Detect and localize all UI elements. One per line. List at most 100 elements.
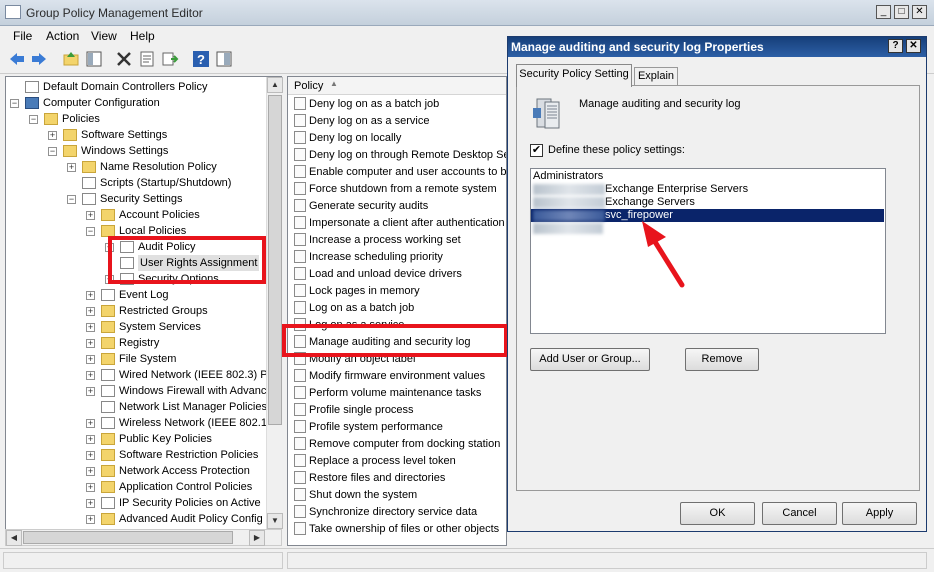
expand-toggle-icon[interactable]: + [86, 451, 95, 460]
expand-toggle-icon[interactable]: − [10, 99, 19, 108]
expand-toggle-icon[interactable]: + [67, 163, 76, 172]
policy-list-item[interactable]: Shut down the system [294, 487, 417, 504]
policy-column-header[interactable]: Policy ▲ [288, 77, 506, 95]
tree-node[interactable]: Account Policies [119, 207, 200, 223]
policy-list-item[interactable]: Synchronize directory service data [294, 504, 477, 521]
menu-view[interactable]: View [91, 29, 117, 43]
expand-toggle-icon[interactable]: + [86, 499, 95, 508]
tree-node[interactable]: Restricted Groups [119, 303, 208, 319]
scroll-left-button[interactable]: ◀ [6, 530, 22, 546]
expand-toggle-icon[interactable]: + [86, 211, 95, 220]
tree-node[interactable]: Windows Firewall with Advanc [119, 383, 266, 399]
tree-node[interactable]: System Services [119, 319, 201, 335]
expand-toggle-icon[interactable]: + [86, 467, 95, 476]
apply-button[interactable]: Apply [842, 502, 917, 525]
policy-list-item[interactable]: Deny log on as a batch job [294, 96, 439, 113]
properties-icon[interactable] [138, 50, 156, 68]
policy-list-item[interactable]: Increase scheduling priority [294, 249, 443, 266]
policy-list-item[interactable]: Deny log on through Remote Desktop Se [294, 147, 506, 164]
tree-node[interactable]: Windows Settings [81, 143, 168, 159]
policy-list-item[interactable]: Generate security audits [294, 198, 428, 215]
scroll-down-button[interactable]: ▼ [267, 513, 283, 529]
tree-node[interactable]: Default Domain Controllers Policy [43, 79, 207, 95]
principal-entry[interactable]: svc_firepower [531, 209, 884, 222]
maximize-button[interactable]: □ [894, 5, 909, 19]
tree-node[interactable]: Software Restriction Policies [119, 447, 258, 463]
filter-view-icon[interactable] [215, 50, 233, 68]
expand-toggle-icon[interactable]: + [86, 483, 95, 492]
policy-list-item[interactable]: Deny log on locally [294, 130, 401, 147]
show-hide-tree-icon[interactable] [85, 50, 103, 68]
tree-node[interactable]: Scripts (Startup/Shutdown) [100, 175, 231, 191]
users-groups-list[interactable]: Administrators Exchange Enterprise Server… [530, 168, 886, 334]
policy-list-item[interactable]: Deny log on as a service [294, 113, 429, 130]
tree-node[interactable]: Security Settings [100, 191, 183, 207]
delete-icon[interactable] [115, 50, 133, 68]
define-settings-checkbox[interactable]: ✔ [530, 144, 543, 157]
tree-node[interactable]: Policies [62, 111, 100, 127]
dialog-help-button[interactable]: ? [888, 39, 903, 53]
tree-node[interactable]: Public Key Policies [119, 431, 212, 447]
back-arrow-icon[interactable] [8, 50, 26, 68]
tree-node[interactable]: Computer Configuration [43, 95, 160, 111]
console-tree[interactable]: Default Domain Controllers Policy − Comput… [5, 76, 282, 546]
ok-button[interactable]: OK [680, 502, 755, 525]
tree-node[interactable]: Network List Manager Policies [119, 399, 267, 415]
principal-entry[interactable]: Administrators [533, 170, 603, 183]
tree-node[interactable]: Software Settings [81, 127, 167, 143]
scroll-right-button[interactable]: ▶ [249, 530, 265, 546]
h-scroll-thumb[interactable] [23, 531, 233, 544]
expand-toggle-icon[interactable]: − [29, 115, 38, 124]
expand-toggle-icon[interactable]: + [86, 339, 95, 348]
policy-list-item[interactable]: Enable computer and user accounts to be [294, 164, 506, 181]
forward-arrow-icon[interactable] [30, 50, 48, 68]
dialog-close-button[interactable]: ✕ [906, 39, 921, 53]
expand-toggle-icon[interactable]: + [86, 307, 95, 316]
tree-horizontal-scrollbar[interactable]: ◀ ▶ [5, 529, 282, 546]
minimize-button[interactable]: _ [876, 5, 891, 19]
expand-toggle-icon[interactable]: − [86, 227, 95, 236]
tab-security-policy-setting[interactable]: Security Policy Setting [516, 64, 632, 87]
menu-help[interactable]: Help [130, 29, 155, 43]
expand-toggle-icon[interactable]: + [86, 291, 95, 300]
policy-list-item[interactable]: Profile single process [294, 402, 414, 419]
scroll-up-button[interactable]: ▲ [267, 77, 283, 93]
help-icon[interactable]: ? [192, 50, 210, 68]
menu-action[interactable]: Action [46, 29, 79, 43]
tree-node[interactable]: Network Access Protection [119, 463, 250, 479]
policy-list-item[interactable]: Log on as a batch job [294, 300, 414, 317]
tree-node[interactable]: Wireless Network (IEEE 802.1 [119, 415, 267, 431]
expand-toggle-icon[interactable]: + [86, 355, 95, 364]
principal-entry[interactable]: Exchange Servers [533, 196, 695, 209]
tab-explain[interactable]: Explain [634, 67, 678, 85]
policy-list-item[interactable]: Replace a process level token [294, 453, 456, 470]
export-list-icon[interactable] [161, 50, 179, 68]
cancel-button[interactable]: Cancel [762, 502, 837, 525]
policy-list-item[interactable]: Take ownership of files or other objects [294, 521, 499, 538]
tree-node[interactable]: Wired Network (IEEE 802.3) P [119, 367, 268, 383]
expand-toggle-icon[interactable]: − [67, 195, 76, 204]
add-user-or-group-button[interactable]: Add User or Group... [530, 348, 650, 371]
policy-list-item[interactable]: Perform volume maintenance tasks [294, 385, 481, 402]
policy-list-item[interactable]: Remove computer from docking station [294, 436, 500, 453]
up-folder-icon[interactable] [62, 50, 80, 68]
policy-list-item[interactable]: Lock pages in memory [294, 283, 420, 300]
expand-toggle-icon[interactable]: + [86, 387, 95, 396]
tree-node[interactable]: Registry [119, 335, 159, 351]
menu-file[interactable]: File [13, 29, 32, 43]
tree-node[interactable]: Advanced Audit Policy Config [119, 511, 263, 527]
tree-node[interactable]: Event Log [119, 287, 169, 303]
policy-list-item[interactable]: Modify firmware environment values [294, 368, 485, 385]
expand-toggle-icon[interactable]: + [48, 131, 57, 140]
policy-list-item[interactable]: Restore files and directories [294, 470, 445, 487]
tree-node[interactable]: Application Control Policies [119, 479, 252, 495]
expand-toggle-icon[interactable]: + [86, 435, 95, 444]
expand-toggle-icon[interactable]: + [86, 419, 95, 428]
policy-list[interactable]: Policy ▲ Deny log on as a batch job Deny … [287, 76, 507, 546]
policy-list-item[interactable]: Force shutdown from a remote system [294, 181, 497, 198]
expand-toggle-icon[interactable]: + [86, 515, 95, 524]
policy-list-item[interactable]: Impersonate a client after authenticatio… [294, 215, 505, 232]
tree-node[interactable]: IP Security Policies on Active [119, 495, 261, 511]
expand-toggle-icon[interactable]: + [86, 371, 95, 380]
tree-node[interactable]: File System [119, 351, 176, 367]
